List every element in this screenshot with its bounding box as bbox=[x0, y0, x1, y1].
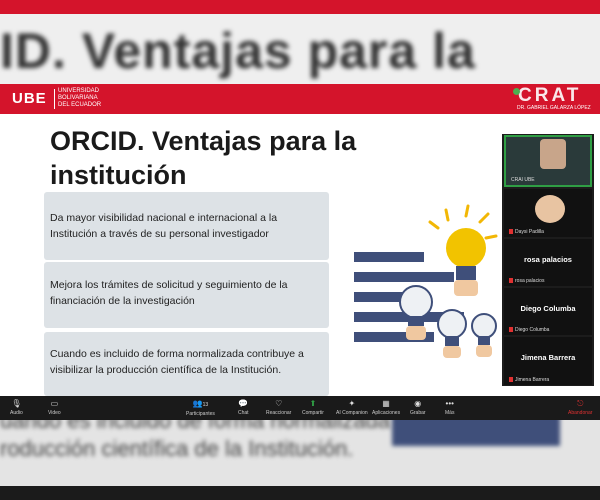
leave-button[interactable]: ⎋ Abandonar bbox=[568, 399, 592, 416]
university-name: Universidad Bolivariana del Ecuador bbox=[58, 88, 102, 108]
logo-divider bbox=[54, 89, 55, 109]
participant-video bbox=[540, 139, 566, 169]
audio-button[interactable]: 🎙 Audio bbox=[10, 399, 23, 416]
mic-muted-icon bbox=[509, 377, 513, 383]
participant-photo bbox=[535, 195, 565, 223]
ai-companion-button[interactable]: ✦ AI Companion bbox=[336, 399, 368, 416]
participant-label: Jimena Barrera bbox=[515, 377, 550, 383]
share-screen-icon: ⬆ bbox=[309, 399, 317, 408]
participant-display-name: Diego Columba bbox=[520, 304, 576, 313]
participant-label: Diego Columba bbox=[515, 327, 550, 333]
slide-title: ORCID. Ventajas para la institución bbox=[50, 126, 357, 190]
participant-tile-rosa[interactable]: rosa palacios rosa palacios bbox=[504, 239, 592, 286]
benefit-card-3: Cuando es incluido de forma normalizada … bbox=[44, 332, 329, 396]
slide-banner: UBE Universidad Bolivariana del Ecuador … bbox=[0, 84, 600, 114]
lightbulb-illustration bbox=[354, 204, 498, 358]
record-icon: ◉ bbox=[414, 399, 422, 408]
shield-icon bbox=[513, 88, 520, 95]
camera-icon: ▭ bbox=[50, 399, 59, 408]
sparkle-icon: ✦ bbox=[348, 399, 356, 408]
background-red-bar bbox=[0, 0, 600, 14]
mic-muted-icon bbox=[509, 327, 513, 333]
participant-tile-diego[interactable]: Diego Columba Diego Columba bbox=[504, 288, 592, 335]
record-button[interactable]: ◉ Grabar bbox=[410, 399, 426, 416]
apps-icon: ▦ bbox=[382, 399, 390, 408]
leave-icon: ⎋ bbox=[577, 399, 584, 408]
heart-icon: ♡ bbox=[275, 399, 283, 408]
participant-label: rosa palacios bbox=[515, 278, 545, 284]
share-button[interactable]: ⬆ Compartir bbox=[302, 399, 324, 416]
more-icon: ••• bbox=[445, 399, 454, 408]
background-title-blurred: ID. Ventajas para la bbox=[0, 23, 476, 79]
participant-display-name: rosa palacios bbox=[524, 255, 572, 264]
reactions-button[interactable]: ♡ Reaccionar bbox=[266, 399, 291, 416]
participants-icon: 👥13 bbox=[192, 399, 209, 408]
more-button[interactable]: ••• Más bbox=[445, 399, 454, 416]
participant-label: Daysi Padilla bbox=[515, 229, 544, 235]
background-text-line-2: roducción científica de la Institución. bbox=[0, 436, 354, 461]
benefit-card-1: Da mayor visibilidad nacional e internac… bbox=[44, 192, 329, 260]
meeting-toolbar: 🎙 Audio ▭ Video 👥13 Participantes 💬 Chat ♡ Re… bbox=[0, 396, 600, 420]
mic-muted-icon bbox=[509, 229, 513, 235]
video-button[interactable]: ▭ Video bbox=[48, 399, 61, 416]
crat-logo: CRAT bbox=[518, 85, 582, 106]
mic-muted-icon bbox=[509, 278, 513, 284]
participant-tile-jimena[interactable]: Jimena Barrera Jimena Barrera bbox=[504, 337, 592, 385]
chat-button[interactable]: 💬 Chat bbox=[238, 399, 249, 416]
participants-button[interactable]: 👥13 Participantes bbox=[186, 399, 215, 417]
participant-tile-daysi[interactable]: Daysi Padilla bbox=[504, 189, 592, 237]
participant-tile-crai[interactable]: CRAI UBE bbox=[504, 135, 592, 187]
participants-panel: CRAI UBE Daysi Padilla rosa palacios ros… bbox=[502, 134, 594, 386]
chat-icon: 💬 bbox=[238, 399, 249, 408]
benefit-card-2: Mejora los trámites de solicitud y segui… bbox=[44, 262, 329, 328]
background-bottom-bar bbox=[0, 486, 600, 500]
ube-logo: UBE bbox=[12, 90, 47, 107]
crat-subtitle: DR. GABRIEL GALARZA LÓPEZ bbox=[517, 105, 591, 111]
apps-button[interactable]: ▦ Aplicaciones bbox=[372, 399, 400, 416]
participant-display-name: Jimena Barrera bbox=[520, 353, 576, 362]
participant-label: CRAI UBE bbox=[511, 177, 535, 183]
mic-icon: 🎙 bbox=[11, 399, 22, 408]
